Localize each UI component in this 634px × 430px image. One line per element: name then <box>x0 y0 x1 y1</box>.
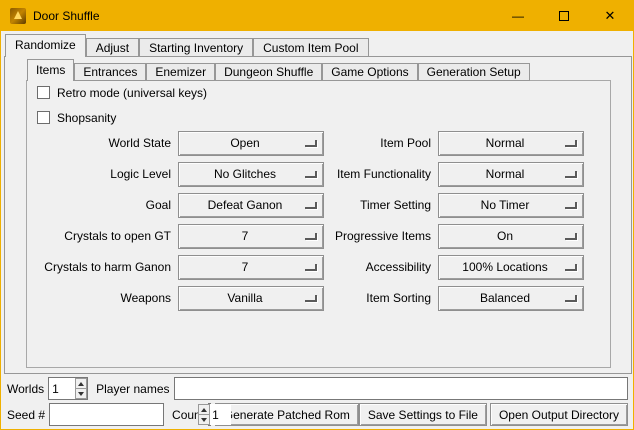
tab-custom-item-pool[interactable]: Custom Item Pool <box>253 38 368 57</box>
save-settings-button[interactable]: Save Settings to File <box>359 403 487 426</box>
accessibility-label: Accessibility <box>296 255 431 280</box>
dropdown-indicator-icon <box>565 233 577 240</box>
minimize-button-icon[interactable]: — <box>495 1 541 31</box>
spin-down-icon[interactable] <box>198 415 210 425</box>
tab-starting-inventory[interactable]: Starting Inventory <box>139 38 253 57</box>
item-functionality-label: Item Functionality <box>296 162 431 187</box>
dropdown-indicator-icon <box>565 202 577 209</box>
player-names-input[interactable] <box>174 377 629 400</box>
item-sorting-dropdown[interactable]: Balanced <box>438 286 584 311</box>
tab-generation-setup[interactable]: Generation Setup <box>418 63 530 81</box>
items-tabs: Items Entrances Enemizer Dungeon Shuffle… <box>27 59 530 81</box>
logic-level-label: Logic Level <box>21 162 171 187</box>
dropdown-value: No Glitches <box>179 163 305 186</box>
dropdown-value: Normal <box>439 132 565 155</box>
spin-up-icon[interactable] <box>198 404 210 415</box>
spin-arrows <box>198 404 210 425</box>
count-spinbox[interactable] <box>208 403 211 426</box>
spin-up-icon[interactable] <box>75 378 87 389</box>
dropdown-value: Balanced <box>439 287 565 310</box>
worlds-input[interactable] <box>49 378 75 399</box>
window-controls: — ✕ <box>495 1 633 31</box>
main-tabs: Randomize Adjust Starting Inventory Cust… <box>5 34 369 57</box>
item-sorting-label: Item Sorting <box>296 286 431 311</box>
crystals-harm-ganon-label: Crystals to harm Ganon <box>21 255 171 280</box>
retro-mode-checkbox[interactable]: Retro mode (universal keys) <box>37 85 207 100</box>
worlds-label: Worlds <box>7 382 44 396</box>
weapons-label: Weapons <box>21 286 171 311</box>
item-pool-dropdown[interactable]: Normal <box>438 131 584 156</box>
checkbox-box[interactable] <box>37 86 50 99</box>
dropdown-indicator-icon <box>565 295 577 302</box>
goal-label: Goal <box>21 193 171 218</box>
seed-row: Seed # Count Generate Patched Rom Save S… <box>7 403 628 426</box>
tab-randomize[interactable]: Randomize <box>5 34 86 57</box>
timer-setting-label: Timer Setting <box>296 193 431 218</box>
checkbox-label: Shopsanity <box>57 111 116 125</box>
dropdown-indicator-icon <box>565 140 577 147</box>
door-shuffle-window: Door Shuffle — ✕ Randomize Adjust Starti… <box>0 0 634 430</box>
tab-entrances[interactable]: Entrances <box>74 63 146 81</box>
tab-enemizer[interactable]: Enemizer <box>146 63 215 81</box>
item-functionality-dropdown[interactable]: Normal <box>438 162 584 187</box>
generate-patched-rom-button[interactable]: Generate Patched Rom <box>215 403 359 426</box>
dropdown-value: No Timer <box>439 194 565 217</box>
item-pool-label: Item Pool <box>296 131 431 156</box>
dropdown-value: 100% Locations <box>439 256 565 279</box>
seed-label: Seed # <box>7 408 45 422</box>
worlds-spinbox[interactable] <box>48 377 88 400</box>
dropdown-value: On <box>439 225 565 248</box>
maximize-button-icon[interactable] <box>541 1 587 31</box>
progressive-items-label: Progressive Items <box>296 224 431 249</box>
tab-adjust[interactable]: Adjust <box>86 38 139 57</box>
dropdown-value: 7 <box>179 225 305 248</box>
app-icon[interactable] <box>10 8 26 24</box>
player-names-label: Player names <box>96 382 169 396</box>
tab-items[interactable]: Items <box>27 59 74 81</box>
open-output-directory-button[interactable]: Open Output Directory <box>490 403 628 426</box>
dropdown-value: Defeat Ganon <box>179 194 305 217</box>
dropdown-value: Open <box>179 132 305 155</box>
spin-arrows <box>75 378 87 399</box>
count-input[interactable] <box>209 404 231 425</box>
crystals-open-gt-label: Crystals to open GT <box>21 224 171 249</box>
tab-dungeon-shuffle[interactable]: Dungeon Shuffle <box>215 63 322 81</box>
close-button-icon[interactable]: ✕ <box>587 1 633 31</box>
dropdown-indicator-icon <box>565 264 577 271</box>
dropdown-value: Vanilla <box>179 287 305 310</box>
dropdown-indicator-icon <box>565 171 577 178</box>
checkbox-label: Retro mode (universal keys) <box>57 86 207 100</box>
accessibility-dropdown[interactable]: 100% Locations <box>438 255 584 280</box>
dropdown-value: Normal <box>439 163 565 186</box>
worlds-row: Worlds Player names <box>7 377 628 400</box>
checkbox-box[interactable] <box>37 111 50 124</box>
seed-input[interactable] <box>49 403 164 426</box>
tab-game-options[interactable]: Game Options <box>322 63 417 81</box>
shopsanity-checkbox[interactable]: Shopsanity <box>37 110 116 125</box>
window-title: Door Shuffle <box>33 9 100 23</box>
world-state-label: World State <box>21 131 171 156</box>
titlebar[interactable]: Door Shuffle — ✕ <box>1 1 633 31</box>
timer-setting-dropdown[interactable]: No Timer <box>438 193 584 218</box>
spin-down-icon[interactable] <box>75 389 87 399</box>
dropdown-value: 7 <box>179 256 305 279</box>
progressive-items-dropdown[interactable]: On <box>438 224 584 249</box>
